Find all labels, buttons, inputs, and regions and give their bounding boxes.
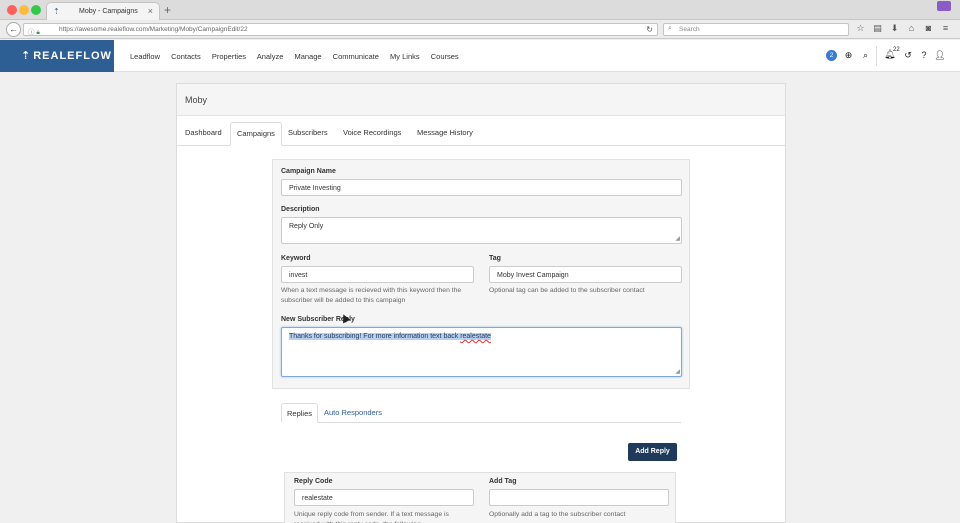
search-placeholder: Search — [679, 26, 700, 33]
nav-communicate[interactable]: Communicate — [333, 52, 379, 61]
add-tag-hint: Optionally add a tag to the subscriber c… — [489, 511, 626, 518]
header-user-icons: ↺? 👤︎ — [900, 50, 948, 61]
user-icon[interactable]: 👤︎ — [932, 50, 948, 61]
reply-text-part: Thanks for subscribing! For more informa… — [289, 333, 461, 340]
tab-voice-recordings[interactable]: Voice Recordings — [343, 122, 401, 146]
selected-text: Thanks for subscribing! For more informa… — [289, 333, 491, 340]
help-icon[interactable]: ? — [916, 50, 932, 60]
campaign-name-input[interactable]: Private Investing — [281, 179, 682, 196]
nav-courses[interactable]: Courses — [431, 52, 459, 61]
logo-text: REALEFLOW — [33, 50, 112, 62]
page-title: Moby — [177, 84, 785, 116]
browser-tab[interactable]: ⇡ Moby - Campaigns × — [46, 2, 160, 20]
add-tag-label: Add Tag — [489, 478, 517, 485]
keyword-input[interactable]: invest — [281, 266, 474, 283]
menu-icon[interactable]: ≡ — [937, 23, 954, 33]
new-tab-icon[interactable]: + — [164, 3, 171, 17]
notification-count: 22 — [893, 47, 900, 53]
header-divider — [876, 46, 877, 66]
download-icon[interactable]: ⬇ — [886, 23, 903, 34]
extension-icon[interactable] — [937, 1, 951, 11]
campaign-name-label: Campaign Name — [281, 168, 336, 175]
add-tag-input[interactable] — [489, 489, 669, 506]
notifications-bell-icon[interactable]: 🔔︎ 22 — [884, 47, 900, 60]
tab-auto-responders[interactable]: Auto Responders — [324, 403, 382, 423]
close-tab-icon[interactable]: × — [148, 6, 153, 16]
tag-input[interactable]: Moby Invest Campaign — [489, 266, 682, 283]
description-label: Description — [281, 206, 320, 213]
reply-code-input[interactable]: realestate — [294, 489, 474, 506]
description-value: Reply Only — [289, 223, 324, 230]
campaign-form: Campaign Name Private Investing Descript… — [272, 159, 690, 389]
reload-icon[interactable]: ↻ — [646, 25, 653, 34]
reply-text-misspelled: realestate — [460, 333, 491, 340]
keyword-label: Keyword — [281, 255, 311, 262]
reply-code-label: Reply Code — [294, 478, 333, 485]
description-textarea[interactable]: Reply Only ◢ — [281, 217, 682, 244]
star-icon[interactable]: ☆ — [852, 23, 869, 34]
campaign-card: Moby Dashboard Campaigns Subscribers Voi… — [176, 83, 786, 523]
app-header: ⇡ REALEFLOW Leadflow Contacts Properties … — [0, 40, 960, 72]
browser-tab-bar: ⇡ Moby - Campaigns × + — [0, 0, 960, 20]
close-window-button[interactable] — [7, 5, 17, 15]
browser-toolbar-icons: ☆ ▤ ⬇ ⌂ ◙ ≡ — [852, 23, 954, 34]
realeflow-logo[interactable]: ⇡ REALEFLOW — [0, 40, 114, 72]
main-nav: Leadflow Contacts Properties Analyze Man… — [130, 52, 468, 61]
history-icon[interactable]: ↺ — [900, 50, 916, 61]
url-text[interactable]: https://awesome.realeflow.com/Marketing/… — [59, 26, 248, 33]
tag-hint: Optional tag can be added to the subscri… — [489, 287, 645, 294]
search-icon[interactable]: ⌕ — [857, 50, 874, 61]
pocket-icon[interactable]: ◙ — [920, 23, 937, 33]
nav-properties[interactable]: Properties — [212, 52, 246, 61]
tab-dashboard[interactable]: Dashboard — [185, 122, 222, 146]
nav-leadflow[interactable]: Leadflow — [130, 52, 160, 61]
site-info-icon[interactable]: ⓘ 🔒︎ — [28, 26, 40, 37]
minimize-window-button[interactable] — [19, 5, 29, 15]
realeflow-favicon-icon: ⇡ — [53, 7, 60, 16]
nav-analyze[interactable]: Analyze — [257, 52, 284, 61]
nav-my-links[interactable]: My Links — [390, 52, 420, 61]
browser-nav-bar: ← ⓘ 🔒︎ https://awesome.realeflow.com/Mar… — [0, 20, 960, 39]
tag-label: Tag — [489, 255, 501, 262]
tab-message-history[interactable]: Message History — [417, 122, 473, 146]
home-icon[interactable]: ⌂ — [903, 23, 920, 33]
reply-entry: Reply Code realestate Unique reply code … — [284, 472, 676, 523]
count-badge[interactable]: 2 — [826, 50, 837, 62]
header-action-icons: 2 ⊕ ⌕ — [823, 50, 874, 62]
nav-contacts[interactable]: Contacts — [171, 52, 201, 61]
tab-subscribers[interactable]: Subscribers — [288, 122, 328, 146]
new-subscriber-reply-textarea[interactable]: Thanks for subscribing! For more informa… — [281, 327, 682, 377]
search-icon: ⌕ — [668, 25, 672, 32]
browser-tab-title: Moby - Campaigns — [79, 8, 138, 15]
lock-icon: 🔒︎ — [36, 29, 40, 36]
keyword-hint: When a text message is recieved with thi… — [281, 287, 462, 304]
add-icon[interactable]: ⊕ — [840, 50, 857, 61]
browser-search-input[interactable]: ⌕ Search — [663, 23, 849, 36]
tab-campaigns[interactable]: Campaigns — [230, 122, 282, 146]
add-reply-button[interactable]: Add Reply — [628, 443, 677, 461]
reply-code-hint: Unique reply code from sender. If a text… — [294, 511, 449, 523]
logo-mark-icon: ⇡ — [21, 50, 32, 62]
resize-handle-icon[interactable]: ◢ — [675, 368, 680, 375]
resize-handle-icon[interactable]: ◢ — [675, 235, 680, 242]
back-button[interactable]: ← — [6, 22, 21, 37]
url-bar[interactable]: ⓘ 🔒︎ https://awesome.realeflow.com/Marke… — [23, 23, 658, 36]
page-tabs: Dashboard Campaigns Subscribers Voice Re… — [177, 122, 785, 146]
nav-manage[interactable]: Manage — [294, 52, 321, 61]
tab-replies[interactable]: Replies — [281, 403, 319, 423]
reader-icon[interactable]: ▤ — [869, 23, 886, 34]
reply-tabs: Replies Auto Responders — [281, 403, 681, 423]
maximize-window-button[interactable] — [31, 5, 41, 15]
